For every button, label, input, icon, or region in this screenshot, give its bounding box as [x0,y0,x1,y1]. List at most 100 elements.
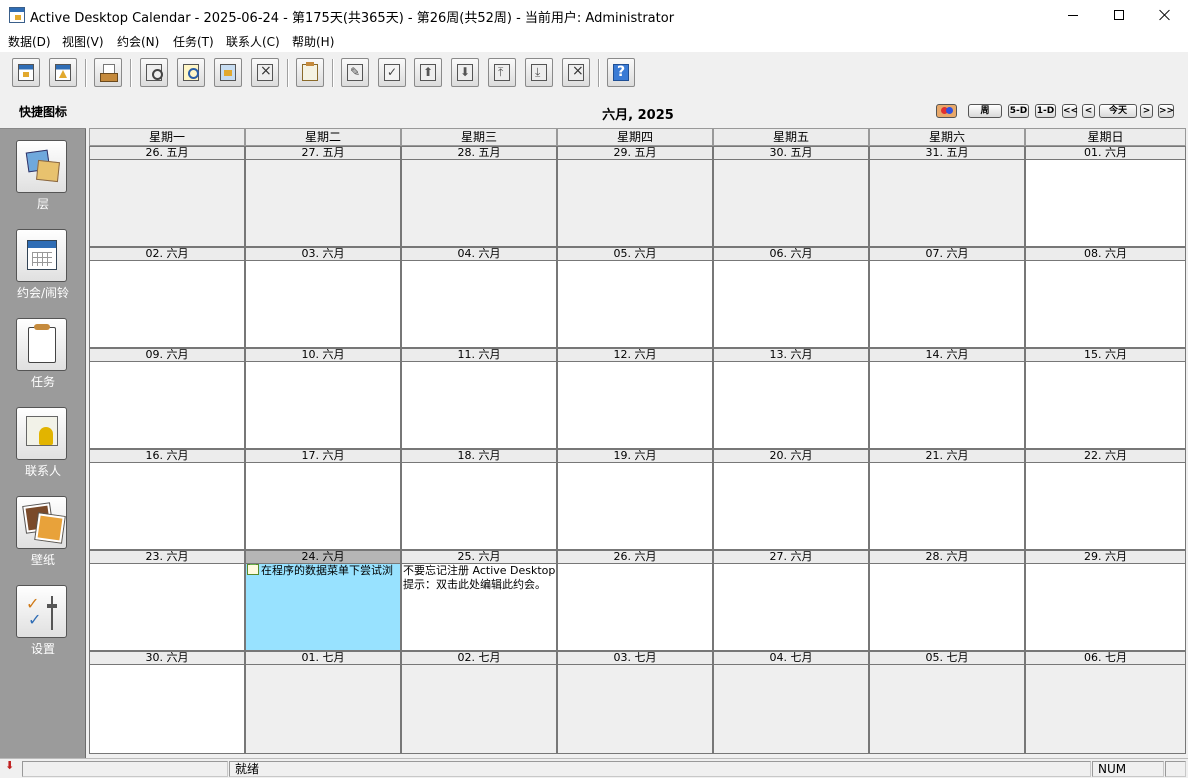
day-cell[interactable]: 27. 五月 [245,146,401,247]
day-cell-date[interactable]: 28. 六月 [870,551,1024,564]
day-cell[interactable]: 26. 六月 [557,550,713,651]
day-cell-date[interactable]: 11. 六月 [402,349,556,362]
day-cell-date[interactable]: 26. 六月 [558,551,712,564]
day-cell-today[interactable]: 24. 六月 在程序的数据菜单下尝试浏 [245,550,401,651]
day-cell-date[interactable]: 02. 七月 [402,652,556,665]
menu-appointment[interactable]: 约会(N) [117,33,159,50]
day-cell-date[interactable]: 04. 七月 [714,652,868,665]
print-button[interactable] [94,58,122,87]
tasks-button[interactable] [16,318,67,371]
day-cell-date[interactable]: 05. 六月 [558,248,712,261]
picture-button[interactable] [214,58,242,87]
day-cell-date[interactable]: 25. 六月 [402,551,556,564]
day-cell[interactable]: 13. 六月 [713,348,869,449]
day-cell[interactable]: 23. 六月 [89,550,245,651]
sidebar-item-layers[interactable]: 层 [0,140,86,228]
minimize-button[interactable] [1050,0,1096,30]
day-cell[interactable]: 02. 六月 [89,247,245,348]
day-cell[interactable]: 18. 六月 [401,449,557,550]
day-cell[interactable]: 09. 六月 [89,348,245,449]
day-cell[interactable]: 15. 六月 [1025,348,1186,449]
day-cell[interactable]: 26. 五月 [89,146,245,247]
appointment-item[interactable]: 提示：双击此处编辑此约会。 [402,578,556,592]
day-cell[interactable]: 03. 六月 [245,247,401,348]
day-cell[interactable]: 02. 七月 [401,651,557,754]
day-cell-date[interactable]: 20. 六月 [714,450,868,463]
day-cell[interactable]: 16. 六月 [89,449,245,550]
day-cell[interactable]: 14. 六月 [869,348,1025,449]
delete-task-button[interactable] [562,58,590,87]
new-calendar-button[interactable] [12,58,40,87]
day-cell-date[interactable]: 23. 六月 [90,551,244,564]
day-cell[interactable]: 30. 五月 [713,146,869,247]
help-button[interactable] [607,58,635,87]
day-cell[interactable]: 11. 六月 [401,348,557,449]
new-task-button[interactable] [296,58,324,87]
day-cell[interactable]: 25. 六月 不要忘记注册 Active Desktop C 提示：双击此处编辑此约… [401,550,557,651]
day-cell-date[interactable]: 06. 六月 [714,248,868,261]
sidebar-item-settings[interactable]: 设置 [0,585,86,673]
menu-help[interactable]: 帮助(H) [292,33,334,50]
day-cell-date[interactable]: 15. 六月 [1026,349,1185,362]
day-cell[interactable]: 30. 六月 [89,651,245,754]
maximize-button[interactable] [1096,0,1142,30]
prev-button[interactable]: < [1082,104,1095,118]
find-button[interactable] [140,58,168,87]
day-cell[interactable]: 28. 五月 [401,146,557,247]
day-cell-date[interactable]: 30. 六月 [90,652,244,665]
day-cell-date[interactable]: 14. 六月 [870,349,1024,362]
five-day-view-button[interactable]: 5-D [1008,104,1029,118]
day-cell[interactable]: 01. 六月 [1025,146,1186,247]
title-bar[interactable]: Active Desktop Calendar - 2025-06-24 - 第… [0,0,1188,30]
layers-button[interactable] [16,140,67,193]
menu-view[interactable]: 视图(V) [62,33,104,50]
day-cell-date[interactable]: 31. 五月 [870,147,1024,160]
day-cell[interactable]: 05. 六月 [557,247,713,348]
day-cell[interactable]: 12. 六月 [557,348,713,449]
day-cell[interactable]: 08. 六月 [1025,247,1186,348]
day-cell[interactable]: 17. 六月 [245,449,401,550]
day-cell-date[interactable]: 26. 五月 [90,147,244,160]
menu-data[interactable]: 数据(D) [8,33,51,50]
day-cell-date[interactable]: 17. 六月 [246,450,400,463]
appointments-button[interactable] [16,229,67,282]
day-cell[interactable]: 31. 五月 [869,146,1025,247]
day-cell-date[interactable]: 08. 六月 [1026,248,1185,261]
day-cell[interactable]: 05. 七月 [869,651,1025,754]
appointment-item[interactable]: 不要忘记注册 Active Desktop C [402,564,556,578]
day-cell-date[interactable]: 18. 六月 [402,450,556,463]
day-cell[interactable]: 29. 五月 [557,146,713,247]
day-cell[interactable]: 28. 六月 [869,550,1025,651]
sidebar-item-tasks[interactable]: 任务 [0,318,86,406]
new-alarm-button[interactable] [49,58,77,87]
day-cell-date[interactable]: 27. 六月 [714,551,868,564]
delete-item-button[interactable] [251,58,279,87]
day-cell[interactable]: 27. 六月 [713,550,869,651]
day-cell-date[interactable]: 21. 六月 [870,450,1024,463]
sidebar-item-wallpaper[interactable]: 壁纸 [0,496,86,584]
day-cell-date[interactable]: 07. 六月 [870,248,1024,261]
day-cell-date[interactable]: 01. 六月 [1026,147,1185,160]
day-cell-date[interactable]: 09. 六月 [90,349,244,362]
menu-task[interactable]: 任务(T) [173,33,214,50]
day-cell-date[interactable]: 04. 六月 [402,248,556,261]
move-top-button[interactable] [488,58,516,87]
day-cell-date[interactable]: 29. 五月 [558,147,712,160]
day-cell[interactable]: 06. 六月 [713,247,869,348]
day-cell[interactable]: 10. 六月 [245,348,401,449]
sidebar-item-appointments[interactable]: 约会/闹铃 [0,229,86,317]
day-cell[interactable]: 06. 七月 [1025,651,1186,754]
week-view-button[interactable]: 周 [968,104,1002,118]
day-cell[interactable]: 21. 六月 [869,449,1025,550]
contacts-button[interactable] [16,407,67,460]
day-cell[interactable]: 19. 六月 [557,449,713,550]
day-cell-date[interactable]: 13. 六月 [714,349,868,362]
one-day-view-button[interactable]: 1-D [1035,104,1056,118]
move-down-button[interactable] [451,58,479,87]
day-cell-date[interactable]: 06. 七月 [1026,652,1185,665]
day-cell-date[interactable]: 16. 六月 [90,450,244,463]
day-cell-date[interactable]: 30. 五月 [714,147,868,160]
menu-contacts[interactable]: 联系人(C) [226,33,280,50]
day-cell[interactable]: 04. 七月 [713,651,869,754]
sidebar-item-contacts[interactable]: 联系人 [0,407,86,495]
